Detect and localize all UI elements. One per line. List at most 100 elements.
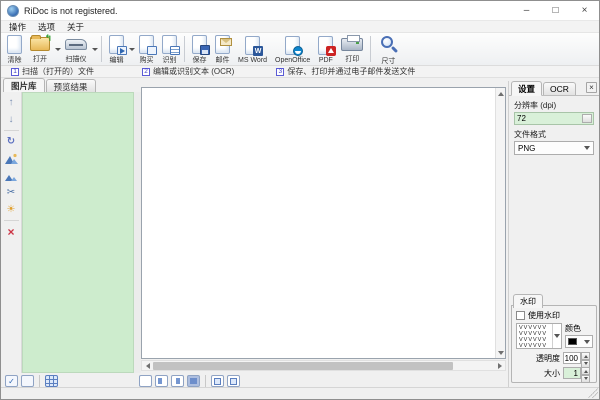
blank-page-icon [7, 35, 22, 54]
chevron-down-icon [584, 143, 590, 153]
recognize-button[interactable]: 识别 [158, 34, 181, 64]
crop-scissors-icon[interactable]: ✂ [3, 185, 20, 200]
hint-step-2: 2 编辑或识别文本 (OCR) [142, 66, 234, 77]
grid-view-icon[interactable] [45, 375, 58, 387]
hint-3-text: 保存、打印并通过电子邮件发送文件 [287, 66, 415, 77]
app-icon [7, 5, 19, 17]
panel-close-button[interactable]: × [586, 82, 597, 93]
window-controls: – □ × [512, 1, 599, 20]
zoom-fit-icon[interactable] [211, 375, 224, 387]
select-all-icon[interactable]: ✓ [5, 375, 18, 387]
layout-full-icon[interactable] [187, 375, 200, 387]
deselect-icon[interactable] [21, 375, 34, 387]
toolbar-separator [184, 36, 185, 62]
layout-half-icon[interactable] [155, 375, 168, 387]
move-down-icon[interactable]: ↓ [3, 112, 20, 127]
resolution-value: 72 [515, 114, 526, 123]
buy-button[interactable]: 购买 [135, 34, 158, 64]
opacity-row: 透明度 100 [512, 352, 590, 364]
edit-button[interactable]: 编辑 [105, 34, 128, 64]
document-canvas[interactable] [141, 87, 506, 359]
scroll-left-arrow[interactable] [142, 361, 152, 370]
close-button[interactable]: × [570, 1, 599, 20]
layout-center-icon[interactable] [171, 375, 184, 387]
recognize-label: 识别 [163, 55, 177, 65]
mail-label: 邮件 [216, 55, 230, 65]
ocr-page-icon [162, 35, 177, 54]
tab-gallery[interactable]: 图片库 [3, 78, 45, 92]
edit-dropdown-arrow[interactable] [128, 34, 135, 64]
use-watermark-row: 使用水印 [516, 310, 596, 321]
image-enlarge-icon[interactable] [3, 151, 20, 166]
resize-grip[interactable] [588, 388, 598, 398]
tab-settings[interactable]: 设置 [511, 81, 542, 96]
menu-options[interactable]: 选项 [38, 21, 55, 33]
resolution-field[interactable]: 72 [514, 112, 594, 125]
move-up-icon[interactable]: ↑ [3, 95, 20, 110]
file-format-select[interactable]: PNG [514, 141, 594, 155]
resolution-label: 分辨率 (dpi) [514, 100, 599, 111]
tab-preview-result[interactable]: 预览结果 [46, 79, 96, 92]
opacity-value: 100 [563, 352, 581, 364]
toolbar-divider [205, 375, 206, 387]
spin-down-icon[interactable] [581, 375, 590, 383]
image-tools-strip: ↑ ↓ ↻ ✂ ☀ × [1, 92, 22, 373]
image-gallery-panel[interactable] [22, 92, 134, 373]
layout-single-icon[interactable] [139, 375, 152, 387]
delete-icon[interactable]: × [3, 224, 20, 239]
chevron-down-icon [554, 331, 560, 341]
mail-button[interactable]: 邮件 [211, 34, 234, 64]
vertical-scrollbar[interactable] [495, 88, 505, 358]
use-watermark-checkbox[interactable] [516, 311, 525, 320]
watermark-pattern-select[interactable]: VVVVVV VVVVVV VVVVVV VVVVVV [516, 323, 562, 349]
strip-divider [4, 130, 19, 131]
openoffice-button[interactable]: OpenOffice [271, 34, 314, 64]
image-reduce-icon[interactable] [3, 168, 20, 183]
horizontal-scrollbar[interactable] [141, 360, 506, 371]
menu-bar: 操作 选项 关于 [1, 21, 599, 33]
scanner-dropdown-arrow[interactable] [91, 34, 98, 64]
scanner-button[interactable]: 扫描仪 [61, 34, 91, 64]
tab-ocr[interactable]: OCR [543, 82, 576, 95]
title-bar: RiDoc is not registered. – □ × [1, 1, 599, 21]
resolution-browse-button[interactable] [582, 114, 592, 123]
watermark-color-column: 颜色 [565, 323, 593, 348]
watermark-pattern-preview: VVVVVV VVVVVV VVVVVV VVVVVV [517, 324, 552, 348]
open-button[interactable]: ↰ 打开 [26, 34, 54, 64]
selection-toolbar: ✓ [5, 375, 58, 387]
open-dropdown-arrow[interactable] [54, 34, 61, 64]
panel-splitter[interactable] [134, 92, 141, 373]
brightness-sun-icon[interactable]: ☀ [3, 202, 20, 217]
save-label: 保存 [193, 55, 207, 65]
scroll-down-arrow[interactable] [496, 348, 506, 358]
watermark-size-spinner[interactable]: 1 [563, 367, 590, 379]
color-select[interactable] [565, 335, 593, 348]
minimize-button[interactable]: – [512, 1, 541, 20]
scanner-icon [65, 35, 87, 53]
spin-up-icon[interactable] [581, 367, 590, 375]
zoom-actual-icon[interactable] [227, 375, 240, 387]
edit-page-icon [109, 35, 124, 54]
watermark-tab[interactable]: 水印 [513, 294, 543, 308]
scrollbar-thumb[interactable] [153, 362, 453, 370]
scroll-right-arrow[interactable] [495, 361, 505, 370]
msword-button[interactable]: W MS Word [234, 34, 271, 64]
rotate-icon[interactable]: ↻ [3, 134, 20, 149]
spin-up-icon[interactable] [581, 352, 590, 360]
print-label: 打印 [345, 54, 359, 64]
hint-2-number: 2 [142, 68, 150, 76]
scroll-up-arrow[interactable] [496, 88, 506, 98]
toolbar-group-save: 保存 邮件 W MS Word OpenOffice PDF 打印 [188, 34, 367, 64]
hint-2-text: 编辑或识别文本 (OCR) [153, 66, 234, 77]
save-button[interactable]: 保存 [188, 34, 211, 64]
menu-about[interactable]: 关于 [67, 21, 84, 33]
maximize-button[interactable]: □ [541, 1, 570, 20]
print-button[interactable]: 打印 [337, 34, 367, 64]
file-format-label: 文件格式 [514, 129, 599, 140]
pdf-button[interactable]: PDF [314, 34, 337, 64]
opacity-spinner[interactable]: 100 [563, 352, 590, 364]
toolbar-divider [39, 375, 40, 387]
size-button[interactable]: 尺寸 [374, 34, 402, 64]
menu-actions[interactable]: 操作 [9, 21, 26, 33]
clear-button[interactable]: 清除 [3, 34, 26, 64]
